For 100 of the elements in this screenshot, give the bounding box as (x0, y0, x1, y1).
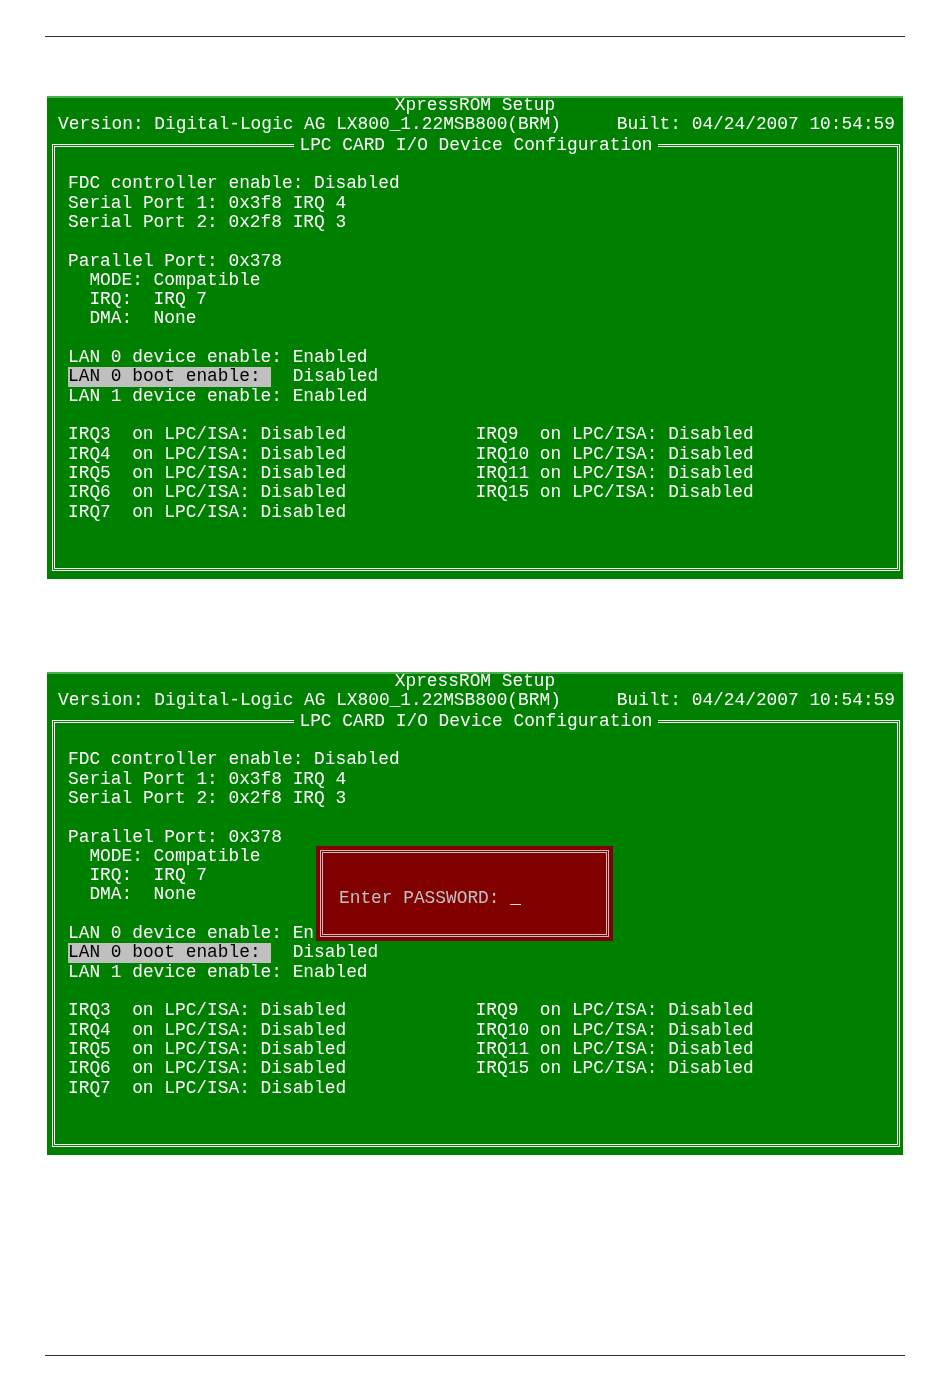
setting-label[interactable]: IRQ: (89, 290, 143, 310)
setting-value: Compatible (153, 846, 261, 867)
setting-label[interactable]: MODE: (89, 270, 143, 291)
setting-label[interactable]: DMA: (89, 885, 143, 905)
setting-label[interactable]: Serial Port 1: (68, 769, 218, 789)
setting-label[interactable]: LAN 0 boot enable: (68, 367, 272, 387)
setting-value: None (153, 309, 197, 329)
version-text: Version: Digital-Logic AG LX800_1.22MSB800(BRM) (58, 691, 561, 711)
setting-value: Disabled (292, 943, 379, 963)
setting-value: Disabled (314, 174, 400, 194)
setting-value: 0x3f8 IRQ 4 (228, 769, 347, 789)
setting-value: Disabled (260, 1078, 347, 1098)
irq-label[interactable]: IRQ4 (68, 1020, 122, 1040)
setting-label[interactable]: IRQ: (89, 866, 143, 886)
irq-label[interactable]: IRQ15 (475, 1059, 530, 1079)
bus-label: on LPC/ISA: (539, 1059, 658, 1079)
section-title: LPC CARD I/O Device Configuration (294, 710, 658, 731)
bus-label: on LPC/ISA: (132, 463, 250, 484)
setting-label[interactable]: LAN 0 boot enable: (68, 943, 272, 963)
bus-label: on LPC/ISA: (132, 502, 250, 522)
setting-value: Disabled (668, 463, 754, 484)
setting-value: Disabled (668, 483, 754, 503)
setting-value: Disabled (260, 444, 347, 464)
bus-label: on LPC/ISA: (132, 1039, 250, 1060)
irq-label[interactable]: IRQ4 (68, 444, 122, 464)
section-title: LPC CARD I/O Device Configuration (294, 134, 658, 155)
bus-label: on LPC/ISA: (132, 1078, 250, 1098)
irq-label[interactable]: IRQ3 (68, 1001, 122, 1021)
version-text: Version: Digital-Logic AG LX800_1.22MSB800(BRM) (58, 115, 561, 135)
irq-label[interactable]: IRQ7 (68, 1078, 122, 1098)
irq-label[interactable]: IRQ6 (68, 1059, 122, 1079)
irq-label[interactable]: IRQ7 (68, 502, 122, 522)
setting-value: Disabled (260, 1059, 347, 1079)
setting-value: 0x2f8 IRQ 3 (228, 788, 347, 809)
setting-value: 0x2f8 IRQ 3 (228, 212, 347, 233)
setting-value: Enabled (292, 962, 368, 982)
setting-value: Disabled (668, 425, 754, 445)
setting-value: Disabled (260, 463, 347, 484)
setting-value: Disabled (260, 1001, 347, 1021)
irq-label[interactable]: IRQ10 (475, 444, 530, 464)
setting-value: En (292, 924, 315, 944)
setting-value: None (153, 885, 197, 905)
setting-label[interactable]: Parallel Port: (68, 827, 218, 847)
setting-value: IRQ 7 (153, 290, 208, 310)
irq-label[interactable]: IRQ11 (475, 463, 530, 484)
setup-title: XpressROM Setup (394, 672, 556, 692)
setup-title: XpressROM Setup (394, 96, 556, 116)
setting-value: Disabled (314, 750, 400, 770)
irq-label[interactable]: IRQ5 (68, 1039, 122, 1060)
bus-label: on LPC/ISA: (539, 444, 658, 464)
irq-label[interactable]: IRQ9 (475, 425, 530, 445)
setting-value: Disabled (260, 1039, 347, 1060)
setting-value: Disabled (260, 502, 347, 522)
bus-label: on LPC/ISA: (132, 483, 250, 503)
setting-label[interactable]: LAN 1 device enable: (68, 386, 282, 406)
build-date-text: Built: 04/24/2007 10:54:59 (616, 691, 895, 711)
bus-label: on LPC/ISA: (539, 1039, 658, 1060)
setting-value: Disabled (668, 1059, 754, 1079)
setting-value: IRQ 7 (153, 866, 208, 886)
setting-label[interactable]: FDC controller enable: (68, 174, 304, 194)
setting-value: Disabled (260, 1020, 347, 1040)
setting-value: Disabled (668, 1001, 754, 1021)
bus-label: on LPC/ISA: (132, 444, 250, 464)
setting-label[interactable]: LAN 0 device enable: (68, 348, 282, 368)
setting-value: Enabled (292, 386, 368, 406)
bus-label: on LPC/ISA: (539, 1020, 658, 1040)
bus-label: on LPC/ISA: (132, 1059, 250, 1079)
setting-value: Disabled (260, 425, 347, 445)
setting-label[interactable]: Parallel Port: (68, 251, 218, 271)
bus-label: on LPC/ISA: (539, 483, 658, 503)
bus-label: on LPC/ISA: (539, 425, 658, 445)
setting-label[interactable]: MODE: (89, 846, 143, 867)
bus-label: on LPC/ISA: (132, 1020, 250, 1040)
build-date-text: Built: 04/24/2007 10:54:59 (616, 115, 895, 135)
irq-label[interactable]: IRQ11 (475, 1039, 530, 1060)
irq-label[interactable]: IRQ9 (475, 1001, 530, 1021)
setting-value: Disabled (668, 1039, 754, 1060)
bus-label: on LPC/ISA: (539, 463, 658, 484)
bus-label: on LPC/ISA: (132, 1001, 250, 1021)
setting-label[interactable]: Serial Port 1: (68, 193, 218, 213)
setting-label[interactable]: Serial Port 2: (68, 788, 218, 809)
setting-value: 0x378 (228, 827, 282, 847)
setting-label[interactable]: DMA: (89, 309, 143, 329)
irq-label[interactable]: IRQ6 (68, 483, 122, 503)
bus-label: on LPC/ISA: (132, 425, 250, 445)
setting-label[interactable]: LAN 1 device enable: (68, 962, 282, 982)
irq-label[interactable]: IRQ5 (68, 463, 122, 484)
setting-label[interactable]: FDC controller enable: (68, 750, 304, 770)
setting-value: 0x378 (228, 251, 282, 271)
setting-value: Disabled (260, 483, 347, 503)
setting-value: Disabled (292, 367, 379, 387)
irq-label[interactable]: IRQ10 (475, 1020, 530, 1040)
setting-value: Enabled (292, 348, 368, 368)
irq-label[interactable]: IRQ15 (475, 483, 530, 503)
bus-label: on LPC/ISA: (539, 1001, 658, 1021)
setting-value: Disabled (668, 1020, 754, 1040)
setting-label[interactable]: LAN 0 device enable: (68, 924, 282, 944)
setting-label[interactable]: Serial Port 2: (68, 212, 218, 233)
irq-label[interactable]: IRQ3 (68, 425, 122, 445)
setting-value: Disabled (668, 444, 754, 464)
